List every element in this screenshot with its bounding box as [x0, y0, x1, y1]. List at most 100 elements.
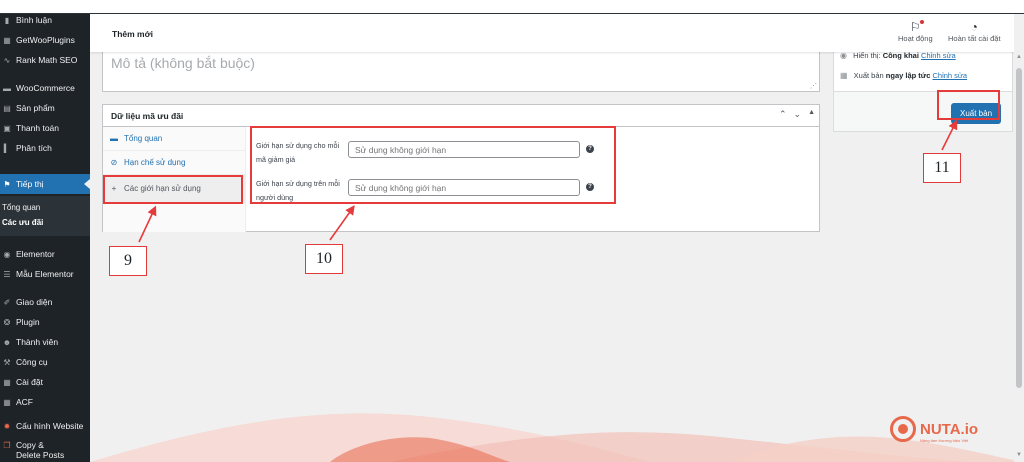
- admin-sidebar: ▮ Bình luận ▦ GetWooPlugins ∿ Rank Math …: [0, 14, 90, 462]
- sidebar-item-label: Thanh toán: [16, 123, 60, 133]
- schedule-edit-link[interactable]: Chỉnh sửa: [932, 71, 967, 80]
- sidebar-item-getwooplugins[interactable]: ▦ GetWooPlugins: [0, 30, 90, 50]
- sidebar-item-label: Rank Math SEO: [16, 55, 78, 65]
- chevron-down-icon[interactable]: ⌄: [794, 109, 802, 120]
- coupon-panel-title: Dữ liệu mã ưu đãi: [103, 105, 819, 127]
- restrict-icon: ⊘: [110, 158, 118, 167]
- acf-icon: ▦: [3, 397, 11, 407]
- analytics-icon: ▍: [3, 143, 11, 153]
- schedule-row: ▦ Xuất bản ngay lập tức Chỉnh sửa: [840, 71, 967, 80]
- scrollbar[interactable]: ▲ ▼: [1014, 14, 1024, 462]
- ticket-icon: ▬: [110, 134, 118, 143]
- annotation-number-10: 10: [305, 244, 343, 274]
- page-title: Thêm mới: [112, 29, 153, 39]
- users-icon: ☻: [2, 337, 12, 347]
- sidebar-item-users[interactable]: ☻ Thành viên: [0, 332, 90, 352]
- tab-usage-restriction[interactable]: ⊘ Hạn chế sử dụng: [103, 151, 245, 175]
- field-label: Giới hạn sử dụng cho mỗi mã giảm giá: [256, 141, 340, 164]
- sidebar-item-label: Bình luận: [16, 15, 52, 25]
- sidebar-item-label-line2: Delete Posts: [16, 450, 65, 460]
- finish-setup-button[interactable]: ◔ Hoàn tất cài đặt: [948, 20, 1001, 43]
- sidebar-item-label: Mẫu Elementor: [16, 269, 74, 279]
- activity-button[interactable]: ⚐ Hoạt động: [898, 20, 933, 43]
- scroll-up-icon[interactable]: ▲: [1016, 54, 1022, 60]
- nuta-logo: NUTA.io Nâng tầm thương hiệu Việt: [890, 416, 979, 443]
- tab-label: Hạn chế sử dụng: [124, 158, 186, 167]
- usage-limit-per-user-input[interactable]: [348, 179, 580, 196]
- sidebar-item-site-config[interactable]: ✹ Cấu hình Website: [0, 416, 90, 436]
- toggle-panel-icon[interactable]: ▲: [808, 109, 815, 120]
- tab-general[interactable]: ▬ Tổng quan: [103, 127, 245, 151]
- plugin-icon: ❂: [3, 317, 11, 327]
- eye-icon: ◉: [840, 51, 847, 60]
- products-icon: ▤: [3, 103, 11, 113]
- panel-controls: ⌃ ⌄ ▲: [779, 109, 815, 120]
- nuta-logo-icon: [890, 416, 916, 442]
- publish-button[interactable]: Xuất bản: [951, 103, 1001, 124]
- help-icon[interactable]: ?: [586, 183, 594, 191]
- visibility-value: Công khai: [882, 51, 919, 60]
- sidebar-item-label: Plugin: [16, 317, 40, 327]
- sidebar-item-label: GetWooPlugins: [16, 35, 75, 45]
- sidebar-item-plugins[interactable]: ❂ Plugin: [0, 312, 90, 332]
- sidebar-item-marketing[interactable]: ⚑ Tiếp thị: [0, 174, 90, 194]
- sidebar-item-label: Elementor: [16, 249, 55, 259]
- payment-icon: ▣: [3, 123, 11, 133]
- scroll-down-icon[interactable]: ▼: [1016, 452, 1022, 458]
- sidebar-item-woocommerce[interactable]: ▬ WooCommerce: [0, 78, 90, 98]
- sidebar-item-label: WooCommerce: [16, 83, 75, 93]
- logo-text: NUTA.io: [920, 420, 979, 438]
- decorative-waves: [90, 413, 1024, 462]
- plugin-grid-icon: ▦: [3, 35, 11, 45]
- tab-label: Tổng quan: [124, 134, 163, 143]
- resize-handle-icon[interactable]: ⋰: [810, 82, 817, 90]
- marketing-submenu: Tổng quan Các ưu đãi: [0, 196, 90, 236]
- logo-tagline: Nâng tầm thương hiệu Việt: [920, 438, 969, 443]
- sidebar-item-elementor-templates[interactable]: ☰ Mẫu Elementor: [0, 264, 90, 284]
- chevron-up-icon[interactable]: ⌃: [779, 109, 787, 120]
- activity-label: Hoạt động: [898, 34, 933, 43]
- sidebar-item-analytics[interactable]: ▍ Phân tích: [0, 138, 90, 158]
- sidebar-item-label: Công cụ: [16, 357, 48, 367]
- usage-limit-per-coupon-input[interactable]: [348, 141, 580, 158]
- finish-setup-label: Hoàn tất cài đặt: [948, 34, 1001, 43]
- sidebar-item-tools[interactable]: ⚒ Công cụ: [0, 352, 90, 372]
- gear-icon: ✹: [3, 421, 11, 431]
- schedule-value: ngay lập tức: [885, 71, 931, 80]
- scrollbar-thumb[interactable]: [1016, 68, 1022, 388]
- sidebar-item-products[interactable]: ▤ Sản phẩm: [0, 98, 90, 118]
- sidebar-item-acf[interactable]: ▦ ACF: [0, 392, 90, 412]
- templates-icon: ☰: [3, 269, 11, 279]
- publish-box: ◉ Hiển thị: Công khai Chỉnh sửa ▦ Xuất b…: [833, 44, 1013, 132]
- visibility-label: Hiển thị:: [853, 51, 881, 60]
- sidebar-item-appearance[interactable]: ✐ Giao diện: [0, 292, 90, 312]
- submenu-coupons[interactable]: Các ưu đãi: [0, 215, 90, 230]
- sidebar-item-label: Sản phẩm: [16, 103, 55, 113]
- top-strip: [0, 0, 1024, 14]
- sidebar-item-label: Copy &: [16, 440, 44, 450]
- sidebar-item-payments[interactable]: ▣ Thanh toán: [0, 118, 90, 138]
- sidebar-item-comments[interactable]: ▮ Bình luận: [0, 14, 90, 30]
- visibility-edit-link[interactable]: Chỉnh sửa: [921, 51, 956, 60]
- progress-circle-icon: ◔: [970, 20, 978, 34]
- sidebar-item-label: Cấu hình Website: [16, 421, 84, 431]
- sidebar-item-copy-delete-posts[interactable]: ❐ Copy & Delete Posts: [0, 436, 90, 462]
- tools-icon: ⚒: [3, 357, 11, 367]
- copy-icon: ❐: [3, 440, 11, 450]
- submenu-overview[interactable]: Tổng quan: [0, 200, 90, 215]
- sidebar-item-rank-math[interactable]: ∿ Rank Math SEO: [0, 50, 90, 70]
- plus-icon: +: [111, 184, 117, 193]
- field-label: Giới hạn sử dụng trên mỗi người dùng: [256, 179, 340, 202]
- page-header: Thêm mới ⚐ Hoạt động ◔ Hoàn tất cài đặt: [90, 14, 1014, 52]
- help-icon[interactable]: ?: [586, 145, 594, 153]
- sidebar-item-label: Thành viên: [16, 337, 59, 347]
- sidebar-item-label: Tiếp thị: [16, 179, 44, 189]
- sidebar-item-settings[interactable]: ▦ Cài đặt: [0, 372, 90, 392]
- elementor-icon: ◉: [3, 249, 11, 259]
- tab-usage-limits[interactable]: + Các giới hạn sử dụng: [103, 175, 245, 203]
- sidebar-item-elementor[interactable]: ◉ Elementor: [0, 244, 90, 264]
- annotation-number-11: 11: [923, 153, 961, 183]
- tab-label: Các giới hạn sử dụng: [124, 184, 201, 193]
- coupon-data-panel: Dữ liệu mã ưu đãi ⌃ ⌄ ▲ ▬ Tổng quan ⊘ Hạ…: [102, 104, 820, 232]
- woocommerce-icon: ▬: [3, 83, 11, 93]
